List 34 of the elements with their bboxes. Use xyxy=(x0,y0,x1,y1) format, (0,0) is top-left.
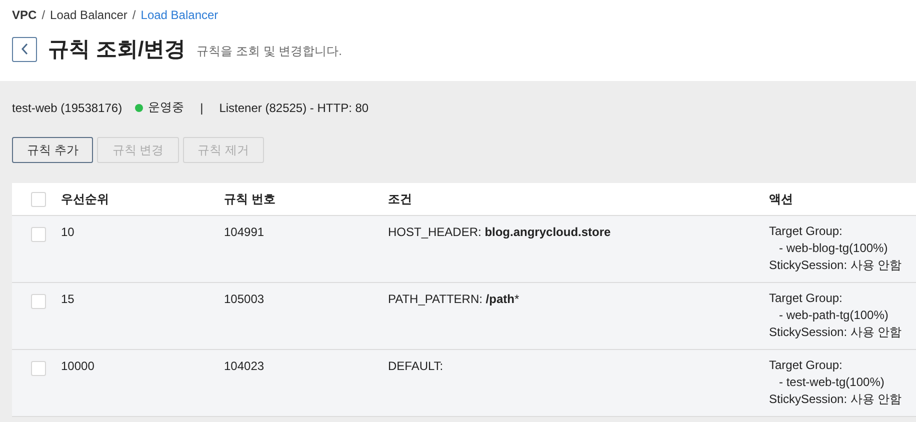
column-header: 우선순위 xyxy=(61,190,110,208)
rule-number-cell-text: 105003 xyxy=(224,292,266,306)
breadcrumb-separator: / xyxy=(42,8,46,22)
condition-cell-text: HOST_HEADER: blog.angrycloud.store xyxy=(388,225,612,239)
condition-cell-text: DEFAULT: xyxy=(388,359,444,373)
priority-cell-text: 10000 xyxy=(61,359,96,373)
row-checkbox[interactable] xyxy=(31,227,46,242)
column-header: 액션 xyxy=(769,190,794,208)
select-all-checkbox[interactable] xyxy=(31,192,46,206)
row-checkbox[interactable] xyxy=(31,294,46,309)
page-title: 규칙 조회/변경 xyxy=(48,37,186,63)
condition-cell-text: PATH_PATTERN: /path* xyxy=(388,292,520,306)
breadcrumb-current: Load Balancer xyxy=(140,8,218,22)
listener-info: Listener (82525) - HTTP: 80 xyxy=(219,100,369,114)
column-header: 규칙 번호 xyxy=(224,190,276,208)
chevron-left-icon xyxy=(20,43,28,55)
back-button[interactable] xyxy=(12,36,37,62)
row-checkbox[interactable] xyxy=(31,361,46,376)
load-balancer-name: test-web (19538176) xyxy=(12,100,122,114)
priority-cell-text: 10 xyxy=(61,225,76,239)
priority-cell-text: 15 xyxy=(61,292,76,306)
rule-number-cell-text: 104023 xyxy=(224,359,266,373)
action-cell-text: Target Group: - web-blog-tg(100%) StickySession: 사용 안함 xyxy=(769,223,903,274)
action-cell-text: Target Group: - test-web-tg(100%) StickySession: 사용 안함 xyxy=(769,357,903,408)
breadcrumb-link[interactable]: VPC xyxy=(12,8,37,22)
breadcrumb-separator: / xyxy=(132,8,136,22)
action-cell-text: Target Group: - web-path-tg(100%) StickySession: 사용 안함 xyxy=(769,290,903,341)
breadcrumb-link[interactable]: Load Balancer xyxy=(50,8,128,22)
column-header: 조건 xyxy=(388,190,413,208)
rule-action-button[interactable]: 규칙 추가 xyxy=(12,137,94,163)
summary-divider: | xyxy=(200,100,204,114)
rule-number-cell-text: 104991 xyxy=(224,225,266,239)
status-label: 운영중 xyxy=(148,99,184,116)
page-subtitle: 규칙을 조회 및 변경합니다. xyxy=(196,42,342,60)
